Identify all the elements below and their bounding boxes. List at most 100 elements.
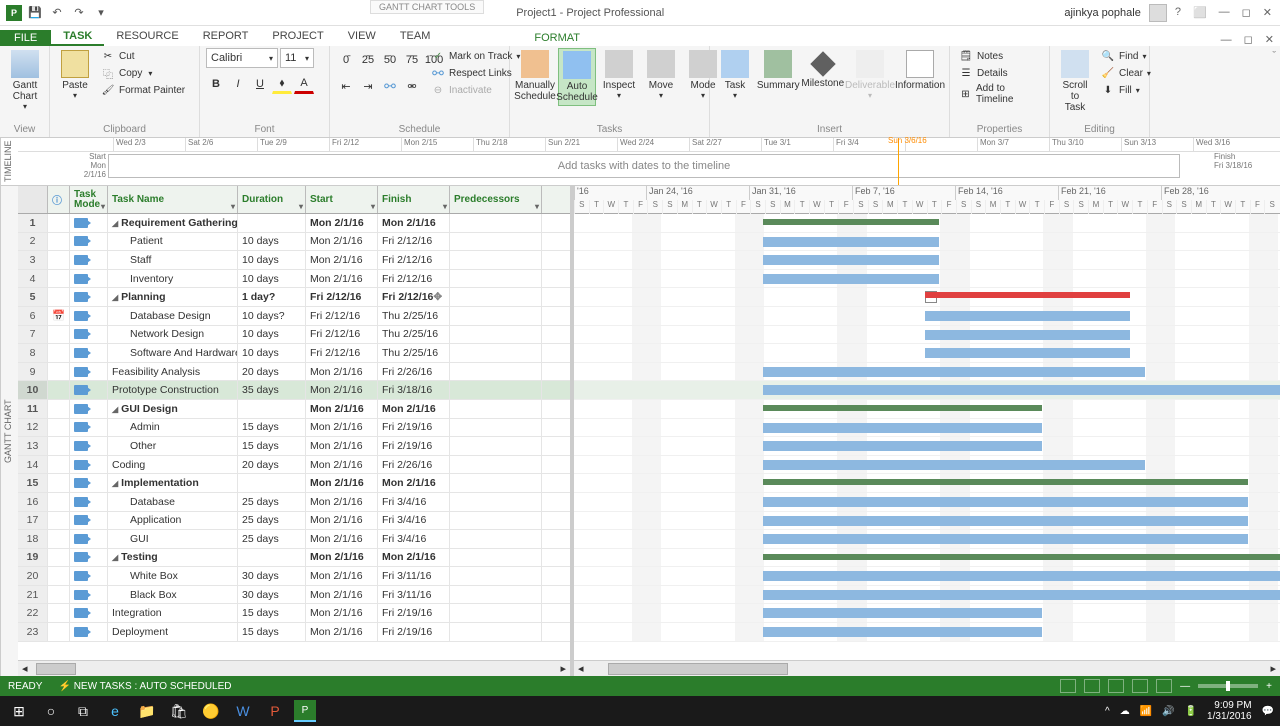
gantt-bar[interactable]: [763, 237, 939, 247]
row-name[interactable]: Patient: [108, 233, 238, 251]
row-finish[interactable]: Fri 3/4/16: [378, 530, 450, 548]
row-mode[interactable]: [70, 381, 108, 399]
tab-report[interactable]: REPORT: [191, 28, 261, 46]
row-finish[interactable]: Fri 2/12/16 ✥: [378, 288, 450, 306]
edge-icon[interactable]: e: [102, 698, 128, 724]
format-painter-button[interactable]: Format Painter: [98, 82, 188, 98]
gantt-row[interactable]: [574, 549, 1280, 568]
view-gantt-icon[interactable]: [1060, 679, 1076, 693]
zoom-slider[interactable]: [1198, 684, 1258, 688]
row-id[interactable]: 22: [18, 604, 48, 622]
table-row[interactable]: 19 ◢Testing Mon 2/1/16 Mon 2/1/16: [18, 549, 570, 568]
clock[interactable]: 9:09 PM1/31/2016: [1207, 700, 1252, 722]
gantt-row[interactable]: [574, 344, 1280, 363]
status-new-tasks[interactable]: ⚡ NEW TASKS : AUTO SCHEDULED: [58, 681, 231, 692]
inactivate-button[interactable]: ⊖Inactivate: [428, 82, 523, 98]
maximize-icon[interactable]: ◻: [1242, 6, 1251, 19]
row-start[interactable]: Mon 2/1/16: [306, 549, 378, 567]
gantt-row[interactable]: [574, 474, 1280, 493]
row-duration[interactable]: 15 days: [238, 419, 306, 437]
row-mode[interactable]: [70, 288, 108, 306]
row-start[interactable]: Mon 2/1/16: [306, 456, 378, 474]
gantt-bar[interactable]: [763, 590, 1280, 600]
row-id[interactable]: 21: [18, 586, 48, 604]
row-predecessors[interactable]: [450, 623, 542, 641]
row-duration[interactable]: 10 days: [238, 251, 306, 269]
pct50-button[interactable]: 5̄0: [380, 50, 400, 70]
row-predecessors[interactable]: [450, 474, 542, 492]
gantt-row[interactable]: [574, 493, 1280, 512]
collapse-ribbon-icon[interactable]: ˇ: [1272, 50, 1276, 62]
row-predecessors[interactable]: [450, 419, 542, 437]
row-name[interactable]: Prototype Construction: [108, 381, 238, 399]
row-duration[interactable]: 15 days: [238, 623, 306, 641]
row-predecessors[interactable]: [450, 530, 542, 548]
gantt-row[interactable]: [574, 400, 1280, 419]
table-row[interactable]: 11 ◢GUI Design Mon 2/1/16 Mon 2/1/16: [18, 400, 570, 419]
row-id[interactable]: 9: [18, 363, 48, 381]
row-start[interactable]: Mon 2/1/16: [306, 474, 378, 492]
clear-button[interactable]: 🧹Clear▾: [1098, 65, 1154, 81]
gantt-bar[interactable]: [763, 627, 1042, 637]
format-tab[interactable]: FORMAT: [522, 30, 592, 46]
view-calendar-icon[interactable]: [1132, 679, 1148, 693]
row-duration[interactable]: 30 days: [238, 567, 306, 585]
row-finish[interactable]: Fri 3/4/16: [378, 512, 450, 530]
move-button[interactable]: Move▾: [642, 48, 680, 102]
gantt-bar[interactable]: [763, 367, 1145, 377]
row-id[interactable]: 20: [18, 567, 48, 585]
gantt-row[interactable]: [574, 307, 1280, 326]
row-start[interactable]: Fri 2/12/16: [306, 326, 378, 344]
row-predecessors[interactable]: [450, 437, 542, 455]
table-row[interactable]: 16 Database 25 days Mon 2/1/16 Fri 3/4/1…: [18, 493, 570, 512]
table-row[interactable]: 12 Admin 15 days Mon 2/1/16 Fri 2/19/16: [18, 419, 570, 438]
summary-button[interactable]: Summary: [758, 48, 799, 93]
row-id[interactable]: 5: [18, 288, 48, 306]
row-id[interactable]: 2: [18, 233, 48, 251]
table-row[interactable]: 7 Network Design 10 days Fri 2/12/16 Thu…: [18, 326, 570, 345]
col-indicators[interactable]: ⓘ: [48, 186, 70, 213]
row-predecessors[interactable]: [450, 567, 542, 585]
volume-icon[interactable]: 🔊: [1162, 706, 1174, 717]
row-id[interactable]: 14: [18, 456, 48, 474]
row-id[interactable]: 11: [18, 400, 48, 418]
undo-icon[interactable]: ↶: [48, 4, 66, 22]
row-start[interactable]: Mon 2/1/16: [306, 363, 378, 381]
link-button[interactable]: ⚯: [380, 76, 400, 96]
deliverable-button[interactable]: Deliverable▾: [847, 48, 893, 102]
row-start[interactable]: Mon 2/1/16: [306, 381, 378, 399]
row-name[interactable]: Black Box: [108, 586, 238, 604]
row-finish[interactable]: Fri 2/12/16: [378, 233, 450, 251]
timeline-bar[interactable]: Add tasks with dates to the timeline: [108, 154, 1180, 178]
start-icon[interactable]: ⊞: [6, 698, 32, 724]
user-name[interactable]: ajinkya pophale: [1064, 7, 1140, 19]
row-name[interactable]: Application: [108, 512, 238, 530]
row-mode[interactable]: [70, 251, 108, 269]
row-duration[interactable]: 10 days?: [238, 307, 306, 325]
table-row[interactable]: 21 Black Box 30 days Mon 2/1/16 Fri 3/11…: [18, 586, 570, 605]
child-minimize-icon[interactable]: —: [1215, 34, 1238, 46]
powerpoint-icon[interactable]: P: [262, 698, 288, 724]
row-predecessors[interactable]: [450, 604, 542, 622]
table-row[interactable]: 13 Other 15 days Mon 2/1/16 Fri 2/19/16: [18, 437, 570, 456]
inspect-button[interactable]: Inspect▾: [600, 48, 638, 102]
row-id[interactable]: 4: [18, 270, 48, 288]
table-row[interactable]: 23 Deployment 15 days Mon 2/1/16 Fri 2/1…: [18, 623, 570, 642]
row-id[interactable]: 3: [18, 251, 48, 269]
row-mode[interactable]: [70, 474, 108, 492]
row-name[interactable]: Software And Hardware: [108, 344, 238, 362]
table-row[interactable]: 20 White Box 30 days Mon 2/1/16 Fri 3/11…: [18, 567, 570, 586]
table-row[interactable]: 4 Inventory 10 days Mon 2/1/16 Fri 2/12/…: [18, 270, 570, 289]
row-name[interactable]: White Box: [108, 567, 238, 585]
find-button[interactable]: 🔍Find▾: [1098, 48, 1154, 64]
row-mode[interactable]: [70, 307, 108, 325]
tab-project[interactable]: PROJECT: [260, 28, 335, 46]
row-start[interactable]: Mon 2/1/16: [306, 233, 378, 251]
notes-button[interactable]: 🗒Notes: [956, 48, 1043, 64]
row-finish[interactable]: Fri 2/19/16: [378, 604, 450, 622]
row-predecessors[interactable]: [450, 214, 542, 232]
row-start[interactable]: Mon 2/1/16: [306, 214, 378, 232]
row-start[interactable]: Mon 2/1/16: [306, 400, 378, 418]
table-row[interactable]: 1 ◢Requirement Gathering Mon 2/1/16 Mon …: [18, 214, 570, 233]
underline-button[interactable]: U: [250, 74, 270, 94]
